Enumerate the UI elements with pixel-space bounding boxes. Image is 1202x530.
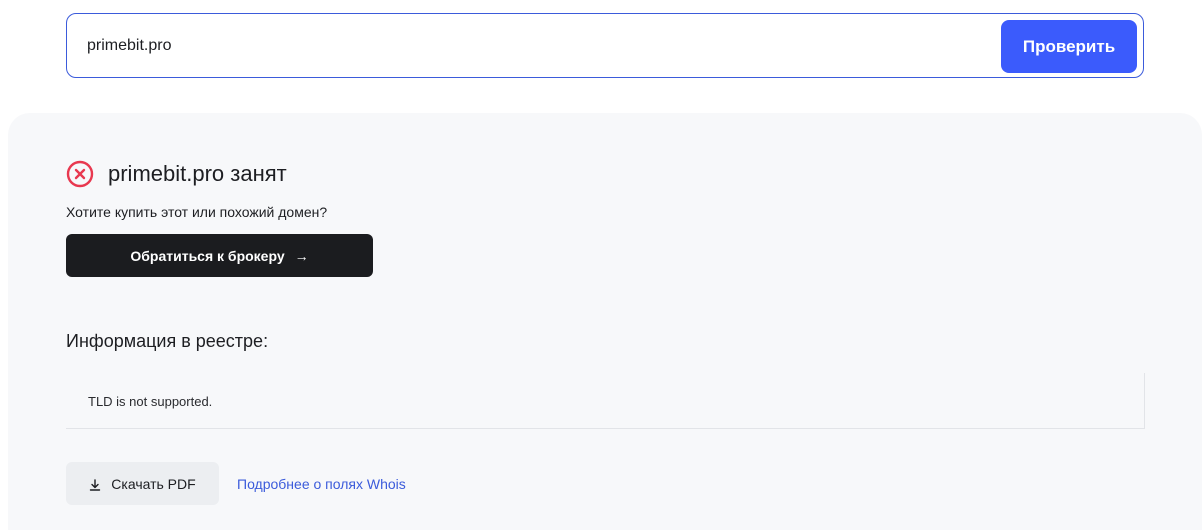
registry-info-heading: Информация в реестре: bbox=[66, 331, 269, 351]
status-row: primebit.pro занят bbox=[66, 159, 287, 189]
contact-broker-button[interactable]: Обратиться к брокеру → bbox=[66, 234, 373, 277]
domain-status-title: primebit.pro занят bbox=[108, 161, 287, 186]
registry-info-text: TLD is not supported. bbox=[88, 394, 213, 409]
search-bar: Проверить bbox=[66, 13, 1144, 78]
whois-fields-link[interactable]: Подробнее о полях Whois bbox=[237, 476, 406, 492]
download-pdf-label: Скачать PDF bbox=[111, 475, 196, 492]
download-icon bbox=[89, 478, 101, 491]
page: Проверить primebit.pro занят Хотите купи… bbox=[0, 0, 1202, 530]
contact-broker-label: Обратиться к брокеру bbox=[130, 247, 285, 264]
registry-info-box: TLD is not supported. bbox=[66, 373, 1145, 429]
check-button[interactable]: Проверить bbox=[1001, 20, 1137, 73]
close-circle-icon bbox=[66, 160, 94, 188]
domain-search-input[interactable] bbox=[87, 14, 987, 77]
result-panel: primebit.pro занят Хотите купить этот ил… bbox=[8, 113, 1202, 530]
buy-domain-prompt: Хотите купить этот или похожий домен? bbox=[66, 204, 328, 220]
arrow-right-icon: → bbox=[294, 247, 309, 264]
download-pdf-button[interactable]: Скачать PDF bbox=[66, 462, 219, 505]
